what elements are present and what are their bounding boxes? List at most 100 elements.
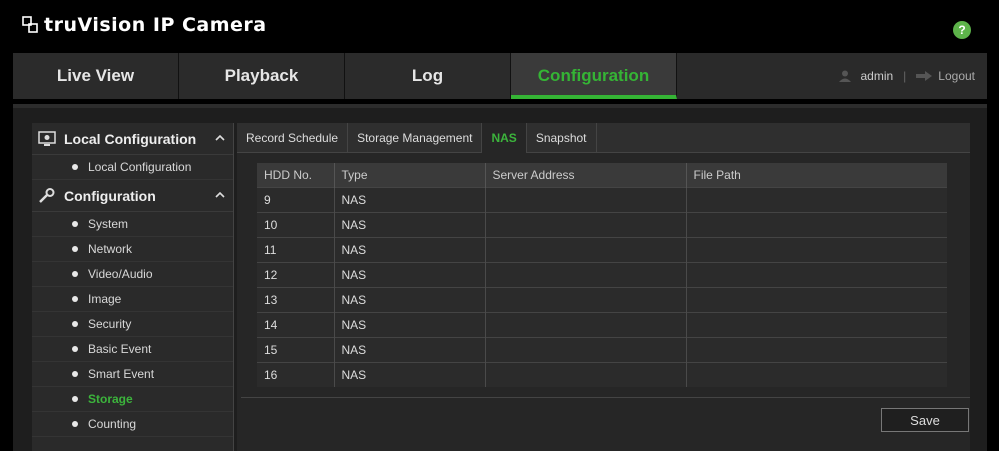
sidebar-item-label: System: [88, 217, 129, 231]
chevron-up-icon[interactable]: [215, 133, 225, 143]
brand: truVision IP Camera: [22, 10, 267, 40]
sidebar-item-label: Network: [88, 242, 133, 256]
file-path-cell[interactable]: [686, 186, 947, 212]
sidebar-item-storage[interactable]: Storage: [32, 387, 233, 412]
content-panel: Record Schedule Storage Management NAS S…: [237, 123, 970, 451]
sidebar-item-security[interactable]: Security: [32, 312, 233, 337]
username: admin: [860, 69, 894, 83]
table-row[interactable]: 10 NAS: [257, 211, 947, 237]
column-header-type: Type: [334, 163, 486, 187]
sidebar-item-system[interactable]: System: [32, 212, 233, 237]
tab-nas[interactable]: NAS: [482, 123, 527, 153]
file-path-cell[interactable]: [686, 336, 947, 362]
table-row[interactable]: 13 NAS: [257, 286, 947, 312]
logout-link[interactable]: Logout: [938, 69, 975, 83]
main-frame: Local Configuration Local Configuration …: [13, 104, 987, 451]
tab-log[interactable]: Log: [345, 53, 511, 99]
table-row[interactable]: 9 NAS: [257, 186, 947, 212]
top-nav: Live View Playback Log Configuration adm…: [13, 53, 987, 99]
tab-record-schedule[interactable]: Record Schedule: [237, 123, 349, 153]
server-address-cell[interactable]: [485, 261, 687, 287]
bullet-icon: [72, 164, 78, 170]
table-row[interactable]: 15 NAS: [257, 336, 947, 362]
sidebar-item-video-audio[interactable]: Video/Audio: [32, 262, 233, 287]
sidebar-item-label: Smart Event: [88, 367, 155, 381]
column-header-server-address: Server Address: [485, 163, 687, 187]
type-cell: NAS: [334, 261, 486, 287]
server-address-cell[interactable]: [485, 361, 687, 387]
sidebar-item-image[interactable]: Image: [32, 287, 233, 312]
type-cell: NAS: [334, 311, 486, 337]
table-row[interactable]: 11 NAS: [257, 236, 947, 262]
table-row[interactable]: 16 NAS: [257, 361, 947, 387]
tab-configuration[interactable]: Configuration: [511, 53, 677, 99]
type-cell: NAS: [334, 211, 486, 237]
hdd-no-cell: 11: [257, 236, 335, 262]
sidebar-item-counting[interactable]: Counting: [32, 412, 233, 437]
sidebar-item-label: Storage: [88, 392, 133, 406]
sidebar-item-basic-event[interactable]: Basic Event: [32, 337, 233, 362]
sidebar-item-smart-event[interactable]: Smart Event: [32, 362, 233, 387]
hdd-no-cell: 14: [257, 311, 335, 337]
sidebar-section-local-configuration[interactable]: Local Configuration: [32, 123, 233, 155]
sidebar-item-label: Local Configuration: [88, 160, 192, 174]
help-icon[interactable]: ?: [953, 21, 971, 39]
hdd-no-cell: 12: [257, 261, 335, 287]
bullet-icon: [72, 396, 78, 402]
sidebar-item-label: Video/Audio: [88, 267, 153, 281]
sidebar-section-configuration[interactable]: Configuration: [32, 180, 233, 212]
table-header-row: HDD No. Type Server Address File Path: [257, 163, 947, 187]
bullet-icon: [72, 296, 78, 302]
server-address-cell[interactable]: [485, 211, 687, 237]
bullet-icon: [72, 221, 78, 227]
file-path-cell[interactable]: [686, 286, 947, 312]
file-path-cell[interactable]: [686, 261, 947, 287]
tab-live-view[interactable]: Live View: [13, 53, 179, 99]
bullet-icon: [72, 271, 78, 277]
file-path-cell[interactable]: [686, 236, 947, 262]
table-row[interactable]: 14 NAS: [257, 311, 947, 337]
type-cell: NAS: [334, 186, 486, 212]
type-cell: NAS: [334, 361, 486, 387]
tab-storage-management[interactable]: Storage Management: [348, 123, 483, 153]
type-cell: NAS: [334, 236, 486, 262]
hdd-no-cell: 15: [257, 336, 335, 362]
sidebar-section-title: Local Configuration: [64, 130, 197, 147]
server-address-cell[interactable]: [485, 336, 687, 362]
server-address-cell[interactable]: [485, 236, 687, 262]
file-path-cell[interactable]: [686, 211, 947, 237]
file-path-cell[interactable]: [686, 311, 947, 337]
type-cell: NAS: [334, 286, 486, 312]
hdd-no-cell: 9: [257, 186, 335, 212]
type-cell: NAS: [334, 336, 486, 362]
bullet-icon: [72, 421, 78, 427]
wrench-icon: [39, 187, 55, 203]
hdd-no-cell: 16: [257, 361, 335, 387]
bullet-icon: [72, 246, 78, 252]
file-path-cell[interactable]: [686, 361, 947, 387]
sidebar: Local Configuration Local Configuration …: [32, 123, 234, 451]
hdd-no-cell: 10: [257, 211, 335, 237]
chevron-up-icon[interactable]: [215, 190, 225, 200]
column-header-hdd-no: HDD No.: [257, 163, 335, 187]
sidebar-section-title: Configuration: [64, 187, 156, 204]
tab-playback[interactable]: Playback: [179, 53, 345, 99]
table-row[interactable]: 12 NAS: [257, 261, 947, 287]
sidebar-item-local-configuration[interactable]: Local Configuration: [32, 155, 233, 180]
bullet-icon: [72, 371, 78, 377]
sub-tabs: Record Schedule Storage Management NAS S…: [237, 123, 970, 153]
server-address-cell[interactable]: [485, 286, 687, 312]
bullet-icon: [72, 321, 78, 327]
nas-table-container: HDD No. Type Server Address File Path 9 …: [257, 163, 947, 387]
tab-snapshot[interactable]: Snapshot: [527, 123, 597, 153]
nas-table: HDD No. Type Server Address File Path 9 …: [257, 163, 947, 387]
sidebar-item-label: Basic Event: [88, 342, 152, 356]
logout-icon[interactable]: [916, 71, 933, 81]
monitor-gear-icon: [38, 130, 56, 146]
save-button[interactable]: Save: [881, 408, 969, 432]
sidebar-item-network[interactable]: Network: [32, 237, 233, 262]
sidebar-item-label: Security: [88, 317, 132, 331]
app-title: truVision IP Camera: [44, 14, 267, 36]
server-address-cell[interactable]: [485, 186, 687, 212]
server-address-cell[interactable]: [485, 311, 687, 337]
